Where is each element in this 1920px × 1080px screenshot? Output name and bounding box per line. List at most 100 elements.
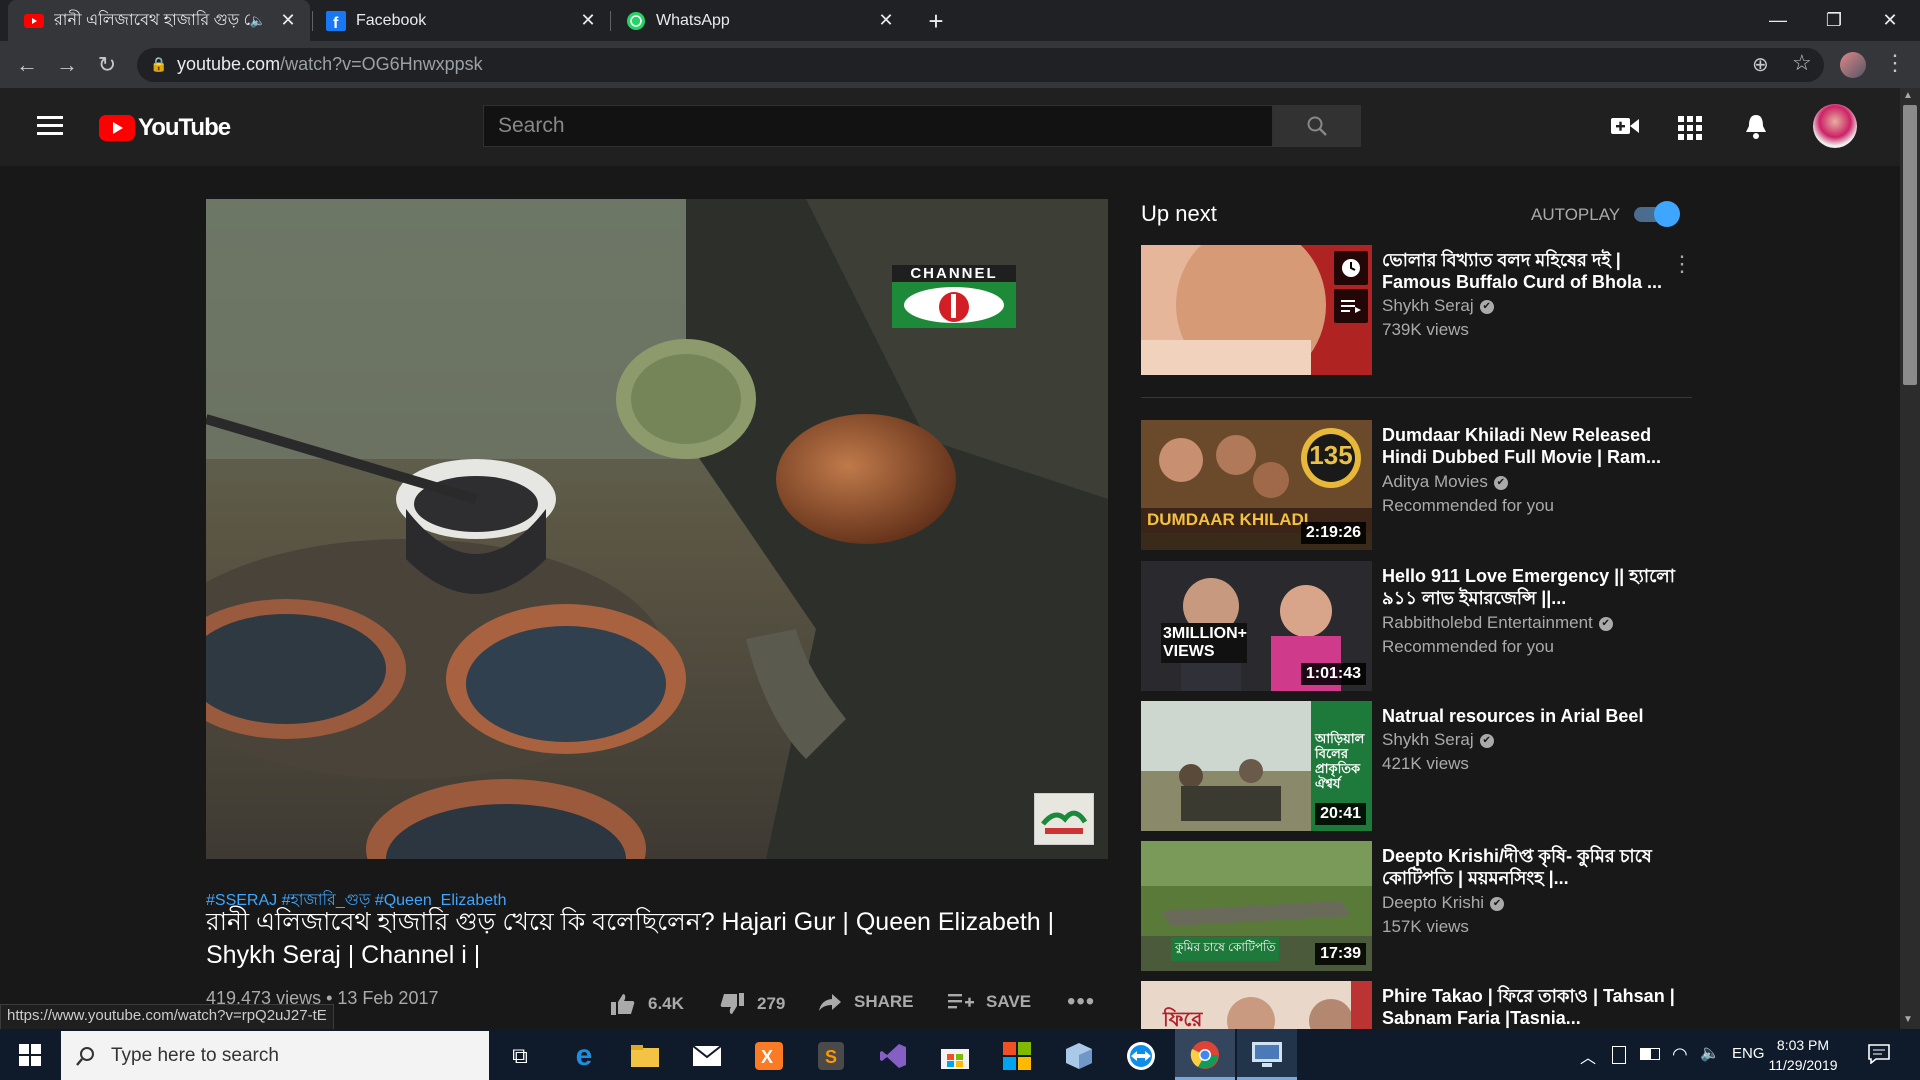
video-thumbnail[interactable]: 135 DUMDAAR KHILADI 2:19:26	[1141, 420, 1372, 550]
scrollbar-thumb[interactable]	[1903, 105, 1917, 385]
video-title: রানী এলিজাবেথ হাজারি গুড় খেয়ে কি বলেছি…	[206, 908, 1055, 969]
video-thumbnail[interactable]: কুমির চাষে কোটিপতি 17:39	[1141, 841, 1372, 971]
list-item[interactable]: ভোলার বিখ্যাত বলদ মহিষের দই | Famous Buf…	[1141, 245, 1696, 375]
channel-name[interactable]: Shykh Seraj ✔	[1382, 296, 1494, 316]
language-indicator[interactable]: ENG	[1732, 1045, 1765, 1062]
remote-desktop-taskbar-button[interactable]	[1237, 1029, 1297, 1080]
save-button[interactable]: SAVE	[948, 992, 1031, 1012]
xampp-icon[interactable]: X	[748, 1035, 790, 1077]
video-title[interactable]: Phire Takao | ফিরে তাকাও | Tahsan | Sabn…	[1382, 985, 1682, 1029]
volume-icon[interactable]: 🔈	[1700, 1043, 1720, 1063]
list-item[interactable]: আড়িয়াল বিলের প্রাকৃতিক ঐশ্বর্য 20:41 N…	[1141, 701, 1696, 831]
scroll-up-icon[interactable]: ▲	[1903, 90, 1913, 101]
url-text[interactable]: youtube.com/watch?v=OG6Hnwxppsk	[177, 54, 483, 75]
speaker-icon[interactable]: 🔈	[250, 13, 266, 29]
create-video-icon[interactable]	[1611, 115, 1639, 142]
close-tab-icon[interactable]: ✕	[576, 10, 600, 31]
playlist-add-icon	[948, 994, 974, 1009]
video-title[interactable]: ভোলার বিখ্যাত বলদ মহিষের দই | Famous Buf…	[1382, 249, 1682, 293]
list-item[interactable]: কুমির চাষে কোটিপতি 17:39 Deepto Krishi/দ…	[1141, 841, 1696, 971]
system-clock[interactable]: 8:03 PM 11/29/2019	[1763, 1035, 1843, 1075]
video-title[interactable]: Deepto Krishi/দীপ্ত কৃষি- কুমির চাষে কোট…	[1382, 845, 1682, 889]
profile-avatar[interactable]	[1840, 52, 1866, 78]
tab-youtube[interactable]: রানী এলিজাবেথ হাজারি গুড় কে 🔈 ✕	[8, 0, 310, 41]
action-center-icon[interactable]	[1868, 1044, 1890, 1069]
add-to-queue-icon[interactable]	[1334, 289, 1368, 323]
microsoft-store-icon[interactable]	[934, 1035, 976, 1077]
forward-icon[interactable]: →	[52, 50, 82, 80]
channel-name[interactable]: Deepto Krishi ✔	[1382, 893, 1505, 913]
notifications-bell-icon[interactable]	[1744, 113, 1768, 146]
wifi-icon[interactable]: ◠	[1672, 1044, 1688, 1065]
zoom-icon[interactable]: ⊕	[1752, 52, 1769, 77]
more-actions-icon[interactable]: •••	[1067, 988, 1095, 1016]
close-tab-icon[interactable]: ✕	[276, 10, 300, 31]
taskbar-search-box[interactable]: Type here to search	[61, 1031, 489, 1080]
close-window-icon[interactable]: ✕	[1862, 0, 1918, 41]
video-player[interactable]: CHANNEL	[206, 199, 1108, 859]
autoplay-toggle[interactable]	[1632, 201, 1682, 227]
tray-overflow-icon[interactable]: ︿	[1580, 1044, 1596, 1068]
bookmark-star-icon[interactable]: ☆	[1792, 50, 1812, 76]
visual-studio-icon[interactable]	[872, 1035, 914, 1077]
video-title[interactable]: Natrual resources in Arial Beel	[1382, 705, 1682, 727]
list-item[interactable]: 3MILLION+ VIEWS 1:01:43 Hello 911 Love E…	[1141, 561, 1696, 691]
video-thumbnail[interactable]: ফিরে	[1141, 981, 1372, 1029]
minimize-icon[interactable]: —	[1750, 0, 1806, 41]
new-tab-icon[interactable]: +	[922, 4, 950, 38]
channel-name[interactable]: Aditya Movies ✔	[1382, 472, 1508, 492]
chrome-taskbar-button[interactable]	[1175, 1029, 1235, 1080]
up-next-heading: Up next	[1141, 201, 1217, 226]
windows-start-icon[interactable]	[19, 1044, 41, 1071]
teamviewer-icon[interactable]	[1120, 1035, 1162, 1077]
task-view-icon[interactable]: ⧉	[499, 1035, 541, 1077]
video-thumbnail[interactable]: আড়িয়াল বিলের প্রাকৃতিক ঐশ্বর্য 20:41	[1141, 701, 1372, 831]
tab-whatsapp[interactable]: WhatsApp ✕	[610, 0, 908, 41]
hamburger-menu-icon[interactable]	[37, 116, 63, 135]
dislike-button[interactable]: 279	[719, 992, 785, 1016]
like-button[interactable]: 6.4K	[610, 992, 684, 1016]
apps-grid-icon[interactable]	[1678, 116, 1702, 140]
lock-icon[interactable]: 🔒	[150, 56, 167, 73]
channel-i-emblem	[892, 282, 1016, 328]
channel-name[interactable]: Shykh Seraj ✔	[1382, 730, 1494, 750]
channel-name[interactable]: Rabbitholebd Entertainment ✔	[1382, 613, 1613, 633]
tab-title: Facebook	[356, 11, 427, 29]
file-explorer-icon[interactable]	[624, 1035, 666, 1077]
account-avatar[interactable]	[1813, 104, 1857, 148]
youtube-logo[interactable]: YouTube	[99, 114, 231, 142]
close-tab-icon[interactable]: ✕	[874, 10, 898, 31]
video-thumbnail[interactable]: 3MILLION+ VIEWS 1:01:43	[1141, 561, 1372, 691]
video-title[interactable]: Dumdaar Khiladi New Released Hindi Dubbe…	[1382, 424, 1682, 468]
chrome-icon	[1190, 1041, 1219, 1069]
video-title[interactable]: Hello 911 Love Emergency || হ্যালো ৯১১ ল…	[1382, 565, 1682, 609]
video-thumbnail[interactable]	[1141, 245, 1372, 375]
youtube-logo-text: YouTube	[138, 114, 231, 141]
video-meta: 739K views	[1382, 320, 1469, 339]
list-item[interactable]: 135 DUMDAAR KHILADI 2:19:26 Dumdaar Khil…	[1141, 420, 1696, 550]
search-button[interactable]	[1273, 105, 1361, 147]
facebook-icon: f	[326, 10, 346, 31]
edge-icon[interactable]: e	[563, 1035, 605, 1077]
search-input[interactable]: Search	[483, 105, 1273, 147]
more-options-icon[interactable]: ⋮	[1671, 251, 1693, 277]
colorful-app-icon[interactable]	[996, 1035, 1038, 1077]
tray-app-icon[interactable]	[1612, 1046, 1626, 1064]
restore-icon[interactable]: ❐	[1806, 0, 1862, 41]
search-icon	[76, 1046, 94, 1066]
reload-icon[interactable]: ↻	[92, 50, 122, 80]
badge-text: 3MILLION+ VIEWS	[1161, 623, 1247, 663]
sublime-text-icon[interactable]: S	[810, 1035, 852, 1077]
video-meta: 421K views	[1382, 754, 1469, 773]
3d-viewer-icon[interactable]	[1058, 1035, 1100, 1077]
link-status-bar: https://www.youtube.com/watch?v=rpQ2uJ27…	[0, 1004, 334, 1030]
scroll-down-icon[interactable]: ▼	[1903, 1014, 1913, 1025]
back-icon[interactable]: ←	[12, 50, 42, 80]
share-button[interactable]: SHARE	[818, 992, 914, 1012]
watch-later-icon[interactable]	[1334, 251, 1368, 285]
list-item[interactable]: ফিরে Phire Takao | ফিরে তাকাও | Tahsan |…	[1141, 981, 1696, 1029]
tab-facebook[interactable]: f Facebook ✕	[310, 0, 610, 41]
battery-icon[interactable]	[1640, 1048, 1660, 1060]
chrome-menu-icon[interactable]: ⋮	[1884, 50, 1906, 76]
mail-icon[interactable]	[686, 1035, 728, 1077]
